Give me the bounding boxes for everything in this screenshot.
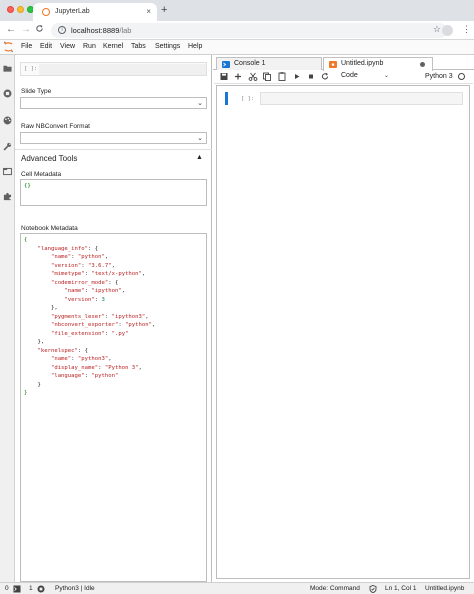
menu-tabs[interactable]: Tabs [131, 43, 146, 50]
notebook-metadata-editor[interactable]: { "language_info": { "name": "python", "… [20, 233, 207, 582]
url-text: localhost:8889/lab [71, 26, 131, 35]
menu-file[interactable]: File [21, 43, 32, 50]
raw-nbconvert-format-select[interactable]: ⌄ [20, 132, 207, 144]
tab-console-1-label: Console 1 [234, 60, 266, 67]
reload-button[interactable] [35, 24, 44, 37]
slide-type-label: Slide Type [21, 88, 52, 95]
tab-untitled-ipynb-label: Untitled.ipynb [341, 60, 384, 67]
notebook-mode: Mode: Command [310, 585, 360, 592]
new-tab-button[interactable]: + [161, 4, 167, 16]
notebook-icon [329, 61, 337, 68]
cell-metadata-label: Cell Metadata [21, 171, 62, 178]
url-path: /lab [119, 26, 132, 35]
running-sessions-icon[interactable] [3, 89, 12, 98]
cell-preview-input [39, 64, 206, 75]
menu-run[interactable]: Run [83, 43, 96, 50]
section-divider [15, 149, 212, 150]
shield-icon[interactable] [369, 585, 377, 593]
kernel-status-text[interactable]: Python3 | Idle [55, 585, 95, 592]
address-bar[interactable]: i localhost:8889/lab ☆ [51, 23, 447, 38]
url-host: localhost:8889 [71, 26, 120, 35]
cell-metadata-editor[interactable]: {} [20, 179, 207, 206]
stop-icon[interactable] [306, 71, 316, 82]
browser-menu-icon[interactable]: ⋮ [462, 24, 471, 35]
close-window-button[interactable] [7, 6, 14, 13]
notebook-metadata-label: Notebook Metadata [21, 225, 78, 232]
console-icon [222, 61, 230, 68]
document-tab-bar: Console 1 Untitled.ipynb [213, 57, 474, 71]
slide-type-select[interactable]: ⌄ [20, 97, 207, 109]
bookmark-star-icon[interactable]: ☆ [433, 24, 441, 35]
collapse-caret-icon[interactable]: ▲ [196, 154, 203, 161]
cell-prompt: [ ]: [241, 96, 255, 102]
cell-metadata-value: {} [24, 183, 31, 189]
wrench-icon[interactable] [3, 142, 12, 151]
minimize-window-button[interactable] [17, 6, 24, 13]
chevron-down-icon: ⌄ [197, 100, 203, 107]
reload-icon [36, 24, 43, 32]
menu-kernel[interactable]: Kernel [103, 43, 123, 50]
kernel-status-icon [458, 73, 465, 80]
advanced-tools-header[interactable]: Advanced Tools [21, 154, 77, 163]
tabs-icon[interactable] [3, 167, 12, 176]
profile-avatar[interactable] [442, 25, 453, 36]
jupyter-favicon-icon [42, 8, 50, 16]
info-icon[interactable]: i [58, 26, 66, 34]
status-bar: 0 1 Python3 | Idle Mode: Command Ln 1, C… [0, 582, 474, 594]
notebook-toolbar: Code ⌄ Python 3 [214, 70, 473, 84]
browser-tab-jupyterlab[interactable]: JupyterLab × [33, 3, 157, 21]
kernel-count[interactable]: 1 [29, 585, 33, 592]
active-cell-indicator [225, 92, 228, 105]
browser-tab-title: JupyterLab [55, 8, 90, 15]
restart-kernel-icon[interactable] [320, 71, 330, 82]
terminal-icon [13, 585, 21, 593]
cell-inspector-panel: [ ]: Slide Type ⌄ Raw NBConvert Format ⌄… [15, 55, 212, 582]
cut-icon[interactable] [248, 71, 258, 82]
notebook-metadata-json: { "language_info": { "name": "python", "… [24, 237, 156, 396]
unsaved-changes-dot[interactable] [420, 62, 425, 67]
current-file-name: Untitled.ipynb [425, 585, 465, 592]
active-cell-preview: [ ]: [20, 62, 207, 76]
cell-type-select[interactable]: Code [341, 72, 358, 79]
kernel-name[interactable]: Python 3 [425, 73, 453, 80]
chevron-down-icon[interactable]: ⌄ [384, 72, 389, 79]
close-tab-icon[interactable]: × [146, 7, 151, 16]
jupyter-logo-icon [4, 41, 13, 53]
browser-tab-strip: JupyterLab × + [0, 0, 474, 21]
kernel-sessions-icon [37, 585, 45, 593]
chevron-down-icon: ⌄ [197, 135, 203, 142]
tab-untitled-ipynb[interactable]: Untitled.ipynb [323, 57, 433, 71]
cursor-position[interactable]: Ln 1, Col 1 [385, 585, 416, 592]
code-cell-input[interactable] [260, 92, 463, 105]
raw-nbconvert-format-label: Raw NBConvert Format [21, 123, 90, 130]
cell-prompt-label: [ ]: [24, 66, 38, 72]
folder-icon[interactable] [3, 64, 12, 73]
run-icon[interactable] [292, 71, 302, 82]
menu-settings[interactable]: Settings [155, 43, 180, 50]
left-activity-bar [0, 55, 15, 582]
notebook-panel: [ ]: [216, 85, 470, 579]
jupyterlab-menubar: File Edit View Run Kernel Tabs Settings … [0, 40, 474, 55]
palette-icon[interactable] [3, 116, 12, 125]
menu-edit[interactable]: Edit [40, 43, 52, 50]
menu-help[interactable]: Help [188, 43, 202, 50]
menu-view[interactable]: View [60, 43, 75, 50]
main-work-area: Console 1 Untitled.ipynb Code ⌄ Python 3… [213, 55, 474, 582]
paste-icon[interactable] [277, 71, 287, 82]
insert-cell-icon[interactable] [233, 71, 243, 82]
terminal-count[interactable]: 0 [5, 585, 9, 592]
extension-puzzle-icon[interactable] [3, 192, 12, 201]
forward-button[interactable]: → [21, 24, 31, 36]
save-icon[interactable] [219, 71, 229, 82]
copy-icon[interactable] [262, 71, 272, 82]
browser-toolbar: ← → i localhost:8889/lab ☆ ⋮ [0, 21, 474, 40]
back-button[interactable]: ← [6, 24, 16, 36]
tab-console-1[interactable]: Console 1 [216, 57, 322, 70]
